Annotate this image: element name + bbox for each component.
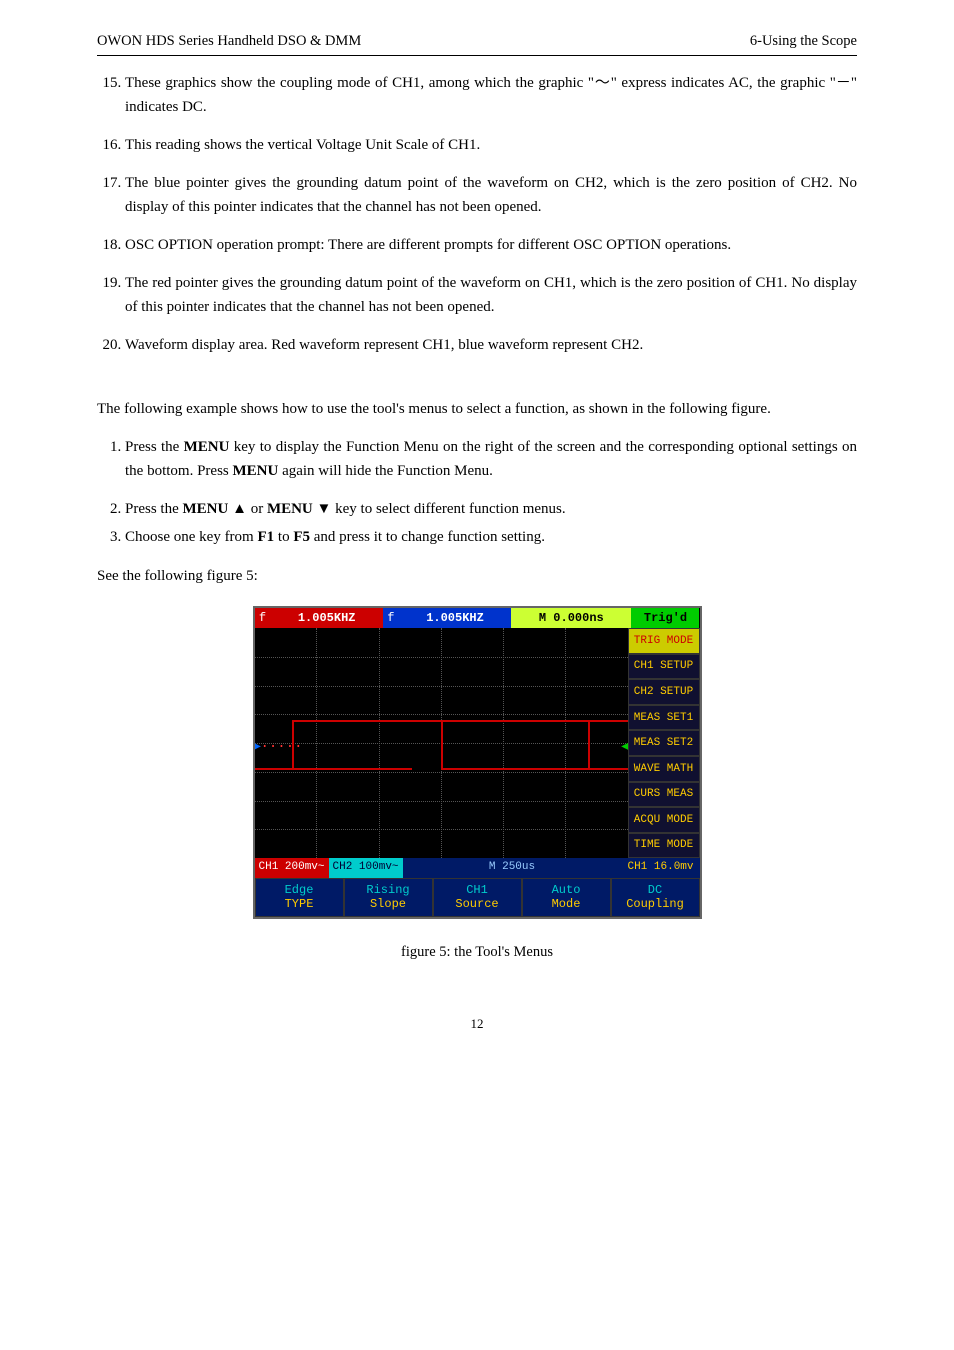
scope-lowbar: CH1 200mv~ CH2 100mv~ M 250us CH1 16.0mv (255, 858, 700, 878)
menu-ch2-setup[interactable]: CH2 SETUP (628, 679, 700, 705)
scope-midrow: ▶ ····· ◀ TRIG MODE CH1 SETUP CH2 SETUP … (255, 628, 700, 858)
steps-list: Press the MENU key to display the Functi… (97, 435, 857, 549)
freq-ch2-icon: f (383, 608, 399, 628)
btn-f1[interactable]: EdgeTYPE (255, 878, 344, 917)
side-menu: TRIG MODE CH1 SETUP CH2 SETUP MEAS SET1 … (628, 628, 700, 858)
btn-f2[interactable]: RisingSlope (344, 878, 433, 917)
step-2-key-down: MENU ▼ (267, 501, 331, 517)
btn-f2-top: Rising (347, 883, 430, 897)
step-2-key-up: MENU ▲ (183, 501, 247, 517)
item-15: These graphics show the coupling mode of… (125, 71, 857, 119)
step-3-key-f1: F1 (257, 529, 274, 545)
m-position: M 0.000ns (511, 608, 631, 628)
step-2-text-e: key to select different function menus. (331, 501, 565, 517)
waveform-area: ▶ ····· ◀ (255, 628, 628, 858)
menu-curs-meas[interactable]: CURS MEAS (628, 782, 700, 808)
menu-meas-set1[interactable]: MEAS SET1 (628, 705, 700, 731)
scope-topbar: f 1.005KHZ f 1.005KHZ M 0.000ns Trig'd (255, 608, 700, 628)
scope-screen: f 1.005KHZ f 1.005KHZ M 0.000ns Trig'd ▶… (253, 606, 702, 918)
btn-f3-sub: Source (436, 897, 519, 911)
step-3-text-e: and press it to change function setting. (310, 529, 545, 545)
step-2: Press the MENU ▲ or MENU ▼ key to select… (125, 497, 857, 521)
menu-wave-math[interactable]: WAVE MATH (628, 756, 700, 782)
menu-ch1-setup[interactable]: CH1 SETUP (628, 654, 700, 680)
trigger-level: CH1 16.0mv (621, 858, 699, 878)
item-18: OSC OPTION operation prompt: There are d… (125, 233, 857, 257)
step-3-text-a: Choose one key from (125, 529, 257, 545)
step-1-key-menu: MENU (184, 439, 230, 455)
intro-paragraph: The following example shows how to use t… (97, 397, 857, 421)
timebase: M 250us (403, 858, 622, 878)
btn-f5-sub: Coupling (614, 897, 697, 911)
item-20: Waveform display area. Red waveform repr… (125, 333, 857, 357)
btn-f4-top: Auto (525, 883, 608, 897)
step-1: Press the MENU key to display the Functi… (125, 435, 857, 483)
step-3: Choose one key from F1 to F5 and press i… (125, 525, 857, 549)
step-3-text-c: to (274, 529, 293, 545)
btn-f5[interactable]: DCCoupling (611, 878, 700, 917)
trigger-status: Trig'd (631, 608, 699, 628)
freq-ch1-value: 1.005KHZ (271, 608, 383, 628)
btn-f3[interactable]: CH1Source (433, 878, 522, 917)
ch2-scale: CH2 100mv~ (329, 858, 403, 878)
step-3-key-f5: F5 (293, 529, 310, 545)
freq-ch2-value: 1.005KHZ (399, 608, 511, 628)
ch1-scale: CH1 200mv~ (255, 858, 329, 878)
btn-f2-sub: Slope (347, 897, 430, 911)
item-19: The red pointer gives the grounding datu… (125, 271, 857, 319)
header-left: OWON HDS Series Handheld DSO & DMM (97, 30, 361, 53)
step-2-text-c: or (247, 501, 267, 517)
menu-trig-mode[interactable]: TRIG MODE (628, 628, 700, 654)
item-17: The blue pointer gives the grounding dat… (125, 171, 857, 219)
step-1-key-menu2: MENU (233, 463, 279, 479)
menu-time-mode[interactable]: TIME MODE (628, 833, 700, 859)
menu-acqu-mode[interactable]: ACQU MODE (628, 807, 700, 833)
step-1-text-e: again will hide the Function Menu. (278, 463, 493, 479)
figure-5: f 1.005KHZ f 1.005KHZ M 0.000ns Trig'd ▶… (97, 606, 857, 918)
see-figure-paragraph: See the following figure 5: (97, 564, 857, 588)
step-1-text-a: Press the (125, 439, 184, 455)
menu-meas-set2[interactable]: MEAS SET2 (628, 730, 700, 756)
step-2-text-a: Press the (125, 501, 183, 517)
btn-f3-top: CH1 (436, 883, 519, 897)
page-number: 12 (97, 1014, 857, 1035)
trigger-level-marker: ◀ (621, 736, 627, 758)
btn-f1-sub: TYPE (258, 897, 341, 911)
item-16: This reading shows the vertical Voltage … (125, 133, 857, 157)
continued-list: These graphics show the coupling mode of… (97, 71, 857, 357)
btn-f4[interactable]: AutoMode (522, 878, 611, 917)
btn-f4-sub: Mode (525, 897, 608, 911)
page-header: OWON HDS Series Handheld DSO & DMM 6-Usi… (97, 30, 857, 56)
figure-caption: figure 5: the Tool's Menus (97, 941, 857, 964)
freq-ch1-icon: f (255, 608, 271, 628)
header-right: 6-Using the Scope (750, 30, 857, 53)
waveform-ch1-b (441, 720, 590, 770)
btn-f1-top: Edge (258, 883, 341, 897)
scope-button-bar: EdgeTYPE RisingSlope CH1Source AutoMode … (255, 878, 700, 917)
btn-f5-top: DC (614, 883, 697, 897)
